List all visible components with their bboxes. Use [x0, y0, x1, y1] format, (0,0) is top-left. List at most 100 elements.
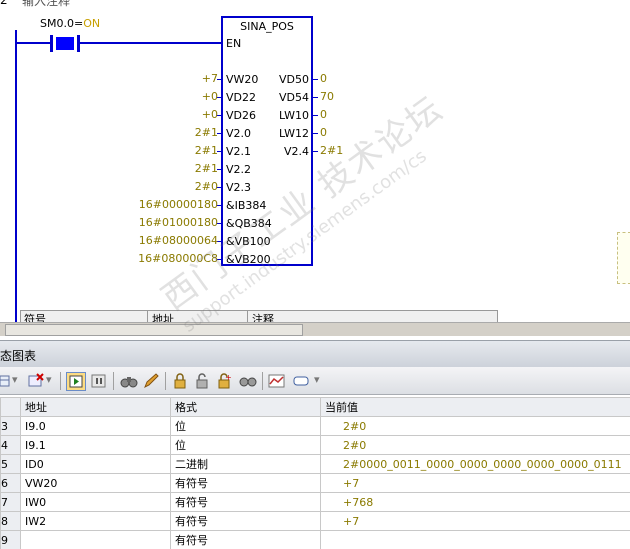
- normally-open-contact[interactable]: [50, 35, 80, 52]
- row-number: 5: [0, 454, 21, 474]
- chart-run-icon[interactable]: [66, 372, 86, 391]
- pin-in-5: V2.2: [226, 163, 252, 176]
- contact-state: ON: [83, 17, 101, 30]
- pin-out-4: V2.4: [283, 145, 309, 158]
- sina-pos-block[interactable]: SINA_POS EN VW20 VD22 VD26 V2.0 V2.1 V2.…: [221, 16, 313, 266]
- contact-left-bar: [50, 35, 53, 52]
- table-row[interactable]: 6 VW20 有符号 +7: [0, 473, 630, 493]
- symbol-col-header: 符号: [24, 313, 46, 322]
- row-number: 8: [0, 511, 21, 531]
- format-cell[interactable]: 有符号: [170, 511, 321, 531]
- table-row[interactable]: 8 IW2 有符号 +7: [0, 511, 630, 531]
- tag-icon[interactable]: [292, 373, 310, 389]
- address-cell[interactable]: [20, 530, 171, 549]
- pin-in-9: &VB100: [226, 235, 271, 248]
- stub-out-3: [313, 133, 318, 134]
- row-number: 7: [0, 492, 21, 512]
- address-header[interactable]: 地址: [20, 397, 171, 417]
- current-value-cell: 2#0000_0011_0000_0000_0000_0000_0000_011…: [320, 454, 630, 474]
- output-value-3: 0: [320, 126, 327, 139]
- input-value-0: +7: [201, 72, 218, 85]
- current-value-header[interactable]: 当前值: [320, 397, 630, 417]
- status-chart-title-bar: 态图表: [0, 340, 630, 367]
- address-cell[interactable]: I9.0: [20, 416, 171, 436]
- format-cell[interactable]: 位: [170, 416, 321, 436]
- pin-in-8: &QB384: [226, 217, 272, 230]
- read-all-icon[interactable]: [238, 373, 258, 389]
- address-cell[interactable]: ID0: [20, 454, 171, 474]
- status-chart-toolbar: ▾ ▾ + ▾: [0, 367, 630, 395]
- wire-contact-en: [80, 42, 221, 44]
- delete-row-icon[interactable]: [28, 373, 44, 389]
- output-value-1: 70: [320, 90, 334, 103]
- row-number: 9: [0, 530, 21, 549]
- pin-out-2: LW10: [279, 109, 309, 122]
- toolbar-separator: [262, 372, 263, 390]
- pin-out-1: VD54: [279, 91, 309, 104]
- unlock-all-icon[interactable]: +: [216, 373, 232, 389]
- toolbar-separator: [165, 372, 166, 390]
- status-chart-title: 态图表: [0, 349, 37, 363]
- current-value-cell: +768: [320, 492, 630, 512]
- row-num-header: [0, 397, 21, 417]
- format-cell[interactable]: 位: [170, 435, 321, 455]
- format-cell[interactable]: 有符号: [170, 530, 321, 549]
- wire-rail-contact: [17, 42, 50, 44]
- network-number: 2: [0, 0, 8, 7]
- format-cell[interactable]: 有符号: [170, 473, 321, 493]
- format-cell[interactable]: 有符号: [170, 492, 321, 512]
- ladder-editor[interactable]: 2 输入注释 SM0.0=ON SINA_POS EN VW20 VD22 VD…: [0, 0, 630, 322]
- pin-in-1: VD22: [226, 91, 256, 104]
- network-comment[interactable]: 输入注释: [22, 0, 70, 9]
- format-header[interactable]: 格式: [170, 397, 321, 417]
- binoculars-icon[interactable]: [120, 373, 138, 389]
- delete-dropdown-icon[interactable]: ▾: [46, 373, 52, 389]
- address-cell[interactable]: I9.1: [20, 435, 171, 455]
- pin-in-10: &VB200: [226, 253, 271, 266]
- address-cell[interactable]: IW0: [20, 492, 171, 512]
- block-name: SINA_POS: [240, 20, 294, 33]
- svg-text:+: +: [225, 373, 232, 382]
- horizontal-scrollbar[interactable]: [0, 322, 630, 336]
- pin-out-3: LW12: [279, 127, 309, 140]
- contact-power-flow: [56, 37, 74, 50]
- address-cell[interactable]: VW20: [20, 473, 171, 493]
- tag-dropdown-icon[interactable]: ▾: [314, 373, 320, 389]
- lock-icon[interactable]: [172, 373, 188, 389]
- input-value-1: +0: [201, 90, 218, 103]
- table-row[interactable]: 3 I9.0 位 2#0: [0, 416, 630, 436]
- scrollbar-thumb[interactable]: [5, 324, 303, 336]
- table-row[interactable]: 9 有符号: [0, 530, 630, 549]
- contact-label: SM0.0=ON: [40, 17, 101, 30]
- format-cell[interactable]: 二进制: [170, 454, 321, 474]
- dropdown-arrow-icon[interactable]: ▾: [12, 373, 18, 389]
- pin-en: EN: [226, 37, 242, 50]
- header-row: 地址 格式 当前值: [0, 397, 630, 417]
- stub-out-2: [313, 115, 318, 116]
- table-row[interactable]: 5 ID0 二进制 2#0000_0011_0000_0000_0000_000…: [0, 454, 630, 474]
- table-icon[interactable]: [0, 373, 10, 389]
- symbol-table-header: 符号 地址 注释: [20, 310, 498, 322]
- pin-out-0: VD50: [279, 73, 309, 86]
- row-number: 6: [0, 473, 21, 493]
- network-end-marker: [617, 232, 630, 284]
- table-row[interactable]: 4 I9.1 位 2#0: [0, 435, 630, 455]
- pin-in-7: &IB384: [226, 199, 267, 212]
- current-value-cell: +7: [320, 511, 630, 531]
- output-value-2: 0: [320, 108, 327, 121]
- pencil-icon[interactable]: [142, 373, 160, 389]
- stub-out-0: [313, 79, 318, 80]
- input-value-7: 16#00000180: [138, 198, 218, 211]
- comment-col-header: 注释: [247, 311, 274, 322]
- row-number: 3: [0, 416, 21, 436]
- address-cell[interactable]: IW2: [20, 511, 171, 531]
- unlock-icon[interactable]: [194, 373, 210, 389]
- table-row[interactable]: 7 IW0 有符号 +768: [0, 492, 630, 512]
- toolbar-separator: [113, 372, 114, 390]
- chart-pause-icon[interactable]: [90, 373, 108, 389]
- trend-chart-icon[interactable]: [268, 373, 286, 389]
- pin-in-6: V2.3: [226, 181, 252, 194]
- power-rail: [15, 30, 17, 322]
- status-chart-table: 地址 格式 当前值 3 I9.0 位 2#0 4 I9.1 位 2#0 5 ID…: [0, 397, 630, 549]
- input-value-9: 16#08000064: [138, 234, 218, 247]
